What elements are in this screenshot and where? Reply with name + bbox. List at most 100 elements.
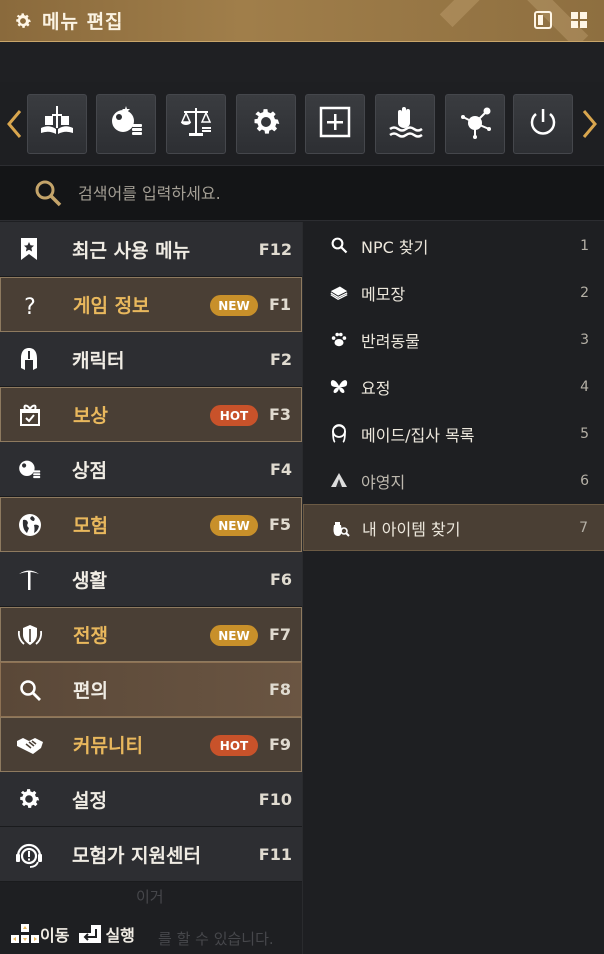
- search-bar: [0, 165, 604, 221]
- svg-text:?: ?: [24, 295, 36, 318]
- menu-item-character[interactable]: 캐릭터 F2: [0, 332, 302, 387]
- quick-icon-bar: [0, 82, 604, 164]
- new-badge: NEW: [210, 515, 258, 536]
- menu-item-label: 편의: [73, 680, 108, 702]
- menu-item-label: 모험가 지원센터: [72, 844, 201, 867]
- menu-item-recent[interactable]: 최근 사용 메뉴 F12: [0, 222, 302, 277]
- hotkey-label: F8: [268, 680, 291, 699]
- hotkey-label: F6: [269, 569, 292, 589]
- submenu-item-maid-list[interactable]: 메이드/집사 목록 5: [303, 410, 604, 457]
- menu-item-adventure[interactable]: 모험 NEW F5: [0, 497, 302, 552]
- search-input[interactable]: [78, 176, 558, 210]
- hotkey-label: F1: [268, 295, 291, 314]
- chevron-left-icon[interactable]: [4, 108, 24, 140]
- menu-item-label: 상점: [72, 459, 107, 482]
- menu-item-shop[interactable]: 상점 F4: [0, 442, 302, 497]
- quick-tile-book[interactable]: [27, 94, 87, 154]
- submenu-item-number: 4: [580, 378, 589, 395]
- panel-toggle-button[interactable]: [532, 9, 554, 31]
- search-icon: [15, 675, 45, 705]
- submenu-item-number: 5: [580, 425, 589, 442]
- hotkey-label: F4: [269, 459, 292, 479]
- submenu-item-label: 메모장: [361, 284, 406, 304]
- handshake-icon: [15, 730, 45, 760]
- ghost-text-line2: 를 할 수 있습니다.: [158, 930, 274, 948]
- grid-view-button[interactable]: [568, 9, 590, 31]
- headset-icon: [14, 839, 44, 869]
- enter-key-icon: [75, 922, 105, 946]
- menu-item-community[interactable]: 커뮤니티 HOT F9: [0, 717, 302, 772]
- quick-tile-network[interactable]: [445, 94, 505, 154]
- shield-swords-icon: [15, 620, 45, 650]
- submenu-item-memo[interactable]: 메모장 2: [303, 269, 604, 316]
- gear-icon: [249, 105, 283, 143]
- search-icon: [329, 235, 349, 255]
- helmet-icon: [14, 344, 44, 374]
- menu-item-label: 전쟁: [73, 625, 108, 647]
- new-badge: NEW: [210, 625, 258, 646]
- menu-item-label: 최근 사용 메뉴: [72, 239, 191, 262]
- menu-item-support[interactable]: 모험가 지원센터 F11: [0, 827, 302, 882]
- submenu-item-number: 2: [580, 284, 589, 301]
- menu-item-label: 모험: [73, 515, 108, 537]
- ghost-text-line1: 이거: [136, 888, 164, 906]
- book-sword-icon: [37, 102, 77, 146]
- quick-tile-settings[interactable]: [236, 94, 296, 154]
- scales-icon: [176, 102, 216, 146]
- butterfly-icon: [329, 376, 349, 396]
- menu-item-label: 보상: [73, 405, 108, 427]
- submenu-item-number: 6: [580, 472, 589, 489]
- move-hint-label: 이동: [40, 926, 70, 945]
- submenu-item-label: 메이드/집사 목록: [361, 425, 475, 445]
- title-bar: 메뉴 편집: [0, 0, 604, 42]
- submenu-item-number: 3: [580, 331, 589, 348]
- execute-hint-label: 실행: [105, 926, 135, 945]
- menu-item-reward[interactable]: 보상 HOT F3: [0, 387, 302, 442]
- globe-icon: [15, 510, 45, 540]
- quick-tile-water[interactable]: [375, 94, 435, 154]
- submenu-item-fairy[interactable]: 요정 4: [303, 363, 604, 410]
- main-menu: 최근 사용 메뉴 F12 ? 게임 정보 NEW F1 캐릭터 F2 보상 HO…: [0, 222, 302, 882]
- power-icon: [526, 105, 560, 143]
- menu-item-label: 설정: [72, 789, 107, 812]
- submenu-item-camp[interactable]: 야영지 6: [303, 457, 604, 504]
- menu-item-label: 커뮤니티: [73, 735, 143, 757]
- quick-tile-scales[interactable]: [166, 94, 226, 154]
- menu-item-war[interactable]: 전쟁 NEW F7: [0, 607, 302, 662]
- gear-icon: [12, 10, 34, 32]
- quick-tile-power[interactable]: [513, 94, 573, 154]
- search-icon: [32, 177, 64, 209]
- new-badge: NEW: [210, 295, 258, 316]
- submenu-item-pets[interactable]: 반려동물 3: [303, 316, 604, 363]
- paw-icon: [329, 329, 349, 349]
- submenu-item-npc-search[interactable]: NPC 찾기 1: [303, 222, 604, 269]
- hotkey-label: F12: [258, 239, 292, 259]
- quick-tile-shop[interactable]: [96, 94, 156, 154]
- bookmark-star-icon: [14, 234, 44, 264]
- shop-coins-icon: [106, 102, 146, 146]
- bag-search-icon: [330, 518, 350, 538]
- footer-hints: 이동 실행: [10, 922, 141, 946]
- submenu-item-label: 반려동물: [361, 331, 420, 351]
- hotkey-label: F5: [268, 515, 291, 534]
- hotkey-label: F10: [258, 789, 292, 809]
- menu-item-convenience[interactable]: 편의 F8: [0, 662, 302, 717]
- chevron-right-icon[interactable]: [580, 108, 600, 140]
- menu-item-life[interactable]: 생활 F6: [0, 552, 302, 607]
- submenu-item-find-item[interactable]: 내 아이템 찾기 7: [303, 504, 604, 551]
- hotkey-label: F7: [268, 625, 291, 644]
- menu-item-label: 생활: [72, 569, 107, 592]
- hotkey-label: F2: [269, 349, 292, 369]
- submenu-panel: NPC 찾기 1 메모장 2 반려동물 3 요정 4 메이드/집사 목록 5 야…: [302, 222, 604, 954]
- hand-waves-icon: [386, 103, 424, 145]
- arrow-keys-icon: [10, 922, 40, 946]
- shop-coins-icon: [14, 454, 44, 484]
- menu-item-settings[interactable]: 설정 F10: [0, 772, 302, 827]
- hotkey-label: F11: [258, 844, 292, 864]
- quick-tile-add[interactable]: [305, 94, 365, 154]
- menu-item-game-info[interactable]: ? 게임 정보 NEW F1: [0, 277, 302, 332]
- submenu-item-number: 7: [579, 519, 588, 536]
- submenu-item-number: 1: [580, 237, 589, 254]
- submenu-item-label: NPC 찾기: [361, 237, 429, 257]
- hotkey-label: F3: [268, 405, 291, 424]
